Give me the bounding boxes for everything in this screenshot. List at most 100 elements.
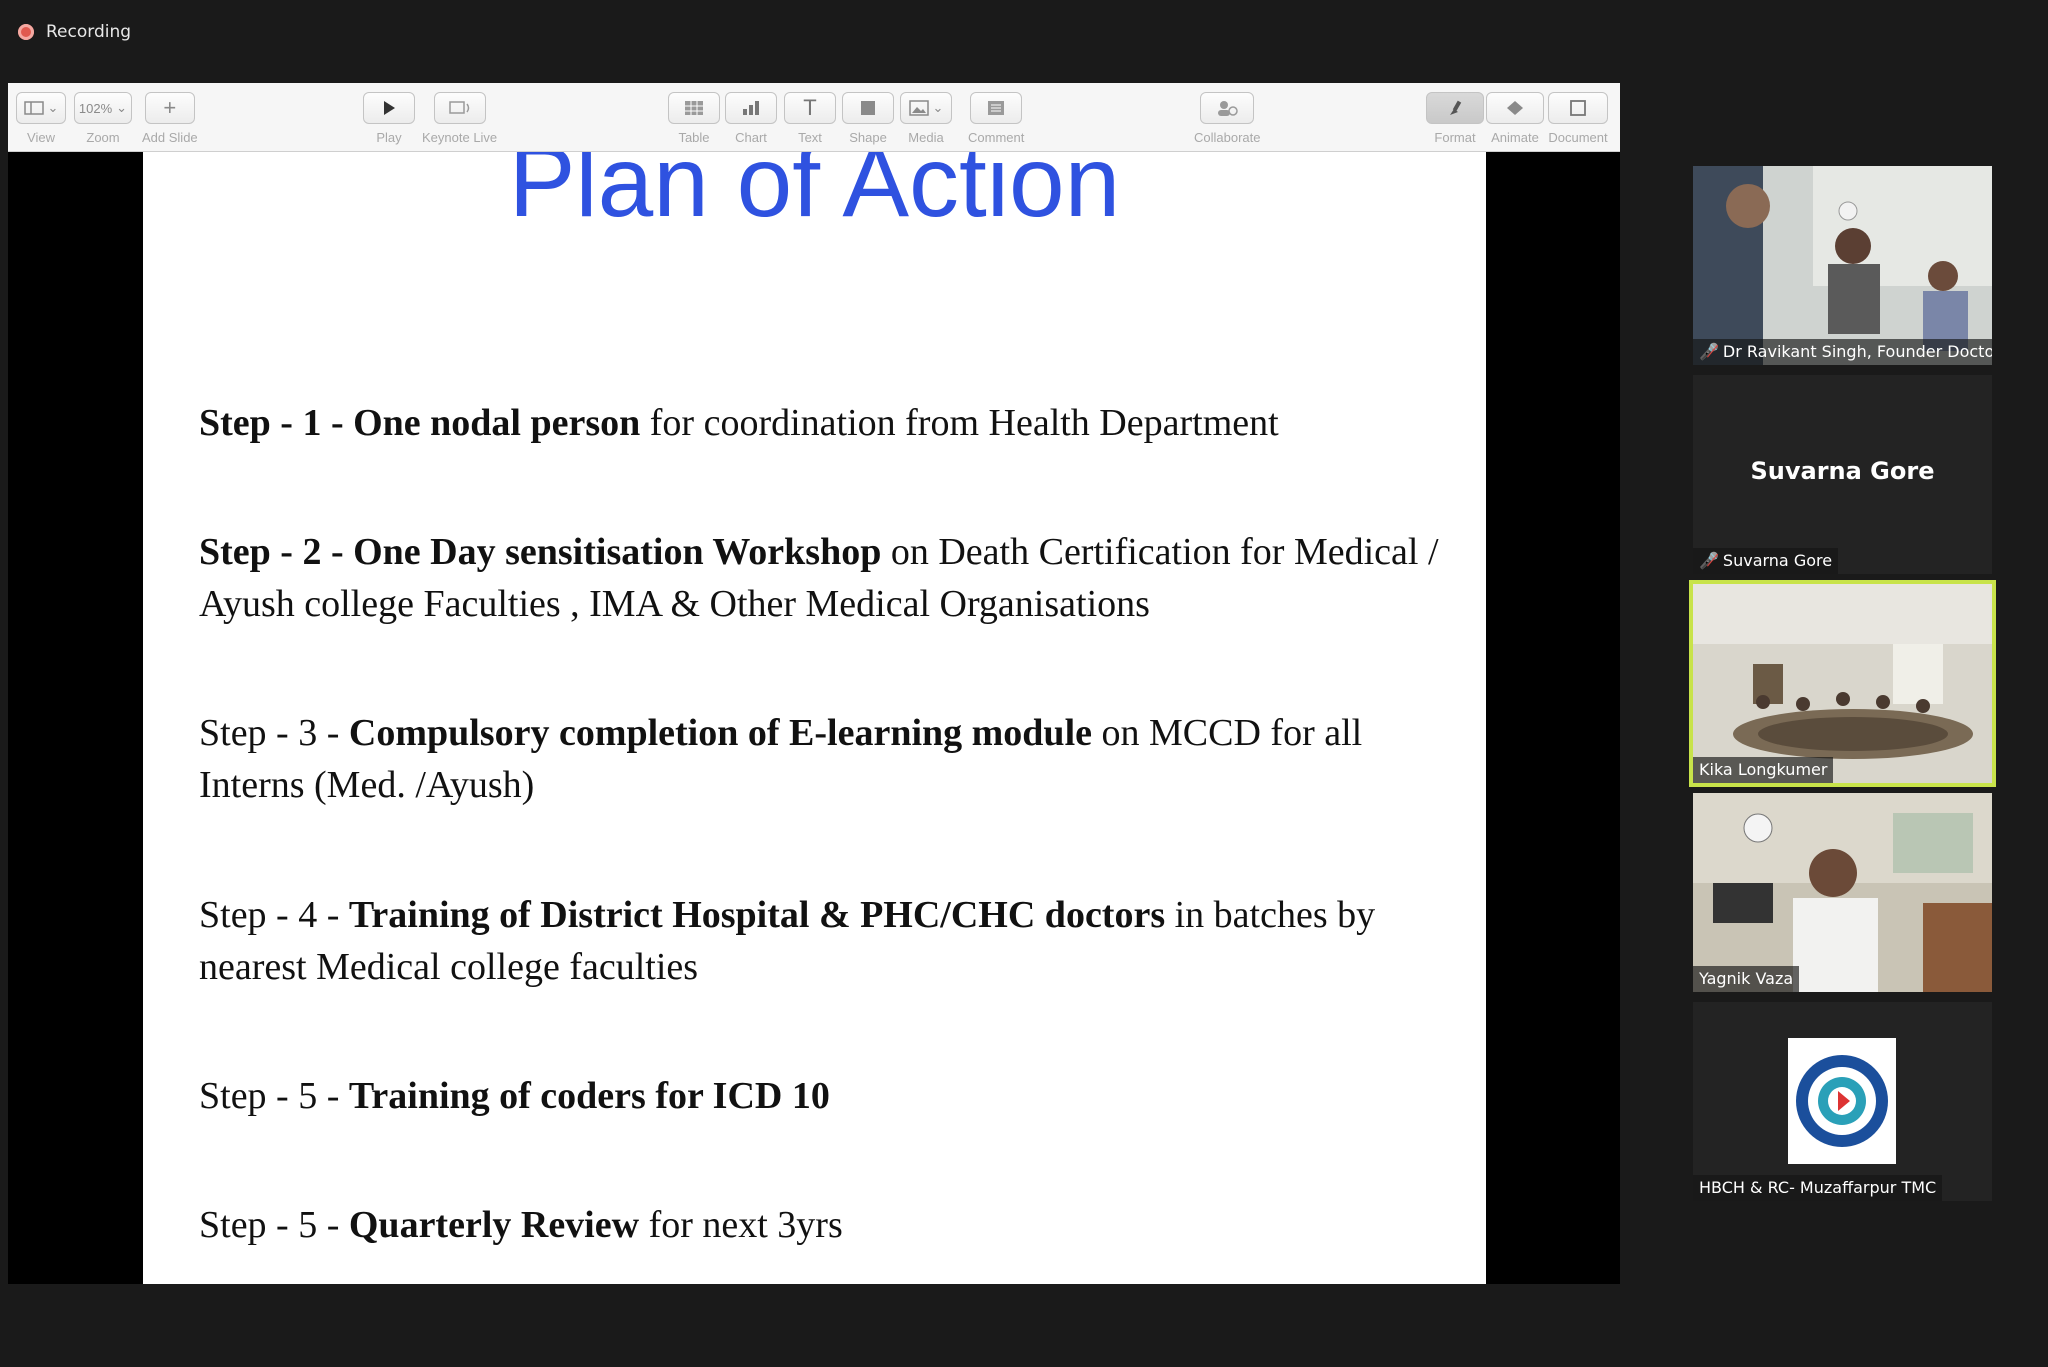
text-label: Text — [798, 130, 822, 145]
add-slide-button[interactable]: + — [144, 92, 195, 124]
comment-icon — [988, 101, 1005, 115]
step-1: Step - 1 - One nodal person for coordina… — [199, 397, 1439, 449]
zoom-select[interactable]: 102% ⌄ — [74, 92, 132, 124]
hospital-logo — [1788, 1038, 1896, 1164]
participant-name-label: Kika Longkumer — [1693, 757, 1834, 783]
text-control[interactable]: T Text — [784, 92, 836, 145]
step-2: Step - 2 - One Day sensitisation Worksho… — [199, 526, 1439, 630]
recording-indicator[interactable]: Recording — [18, 22, 131, 42]
document-control[interactable]: Document — [1548, 92, 1608, 145]
keynote-live-button[interactable] — [433, 92, 486, 124]
chevron-down-icon: ⌄ — [932, 100, 944, 115]
zoom-control[interactable]: 102% ⌄ Zoom — [74, 92, 132, 145]
play-label: Play — [376, 130, 402, 145]
step-4-lead: Step - 4 - — [199, 894, 349, 936]
shape-control[interactable]: Shape — [842, 92, 894, 145]
step-4: Step - 4 - Training of District Hospital… — [199, 889, 1439, 993]
participant-tile[interactable]: 🎤̸ Dr Ravikant Singh, Founder Docto... — [1693, 166, 1992, 365]
participant-display-name: Suvarna Gore — [1750, 457, 1935, 485]
comment-control[interactable]: Comment — [968, 92, 1024, 145]
participant-name-label: HBCH & RC- Muzaffarpur TMC — [1693, 1175, 1943, 1201]
collaborate-control[interactable]: Collaborate — [1194, 92, 1261, 145]
document-icon — [1570, 100, 1586, 116]
step-6-lead: Step - 5 - — [199, 1204, 349, 1246]
play-control[interactable]: Play — [363, 92, 415, 145]
plus-icon: + — [163, 95, 177, 120]
view-control[interactable]: ⌄ View — [16, 92, 66, 145]
step-4-bold: Training of District Hospital & PHC/CHC … — [348, 894, 1166, 936]
format-button[interactable] — [1426, 92, 1484, 124]
hospital-logo-icon — [1796, 1055, 1888, 1147]
chart-button[interactable] — [725, 92, 777, 124]
media-button[interactable]: ⌄ — [900, 92, 952, 124]
participant-name: HBCH & RC- Muzaffarpur TMC — [1699, 1178, 1937, 1197]
mic-muted-icon: 🎤̸ — [1699, 342, 1719, 361]
shape-label: Shape — [849, 130, 887, 145]
table-button[interactable] — [668, 92, 720, 124]
zoom-label: Zoom — [86, 130, 120, 145]
shape-icon — [861, 101, 875, 115]
shared-screen: ⌄ View 102% ⌄ Zoom + Add Slide Play Keyn… — [8, 83, 1620, 1284]
media-control[interactable]: ⌄ Media — [900, 92, 952, 145]
play-icon — [384, 101, 395, 115]
chevron-down-icon: ⌄ — [116, 100, 128, 115]
zoom-value: 102% — [78, 100, 113, 116]
keynote-live-label: Keynote Live — [422, 130, 498, 145]
media-icon — [908, 100, 929, 116]
document-button[interactable] — [1548, 92, 1608, 124]
step-3: Step - 3 - Compulsory completion of E-le… — [199, 707, 1439, 811]
animate-icon — [1507, 101, 1523, 115]
animate-label: Animate — [1491, 130, 1539, 145]
participant-tile[interactable]: Yagnik Vaza — [1693, 793, 1992, 992]
step-1-bold: Step - 1 - One nodal person — [199, 402, 641, 444]
participant-name-label: 🎤̸ Suvarna Gore — [1693, 548, 1839, 574]
text-icon: T — [803, 95, 817, 120]
comment-button[interactable] — [970, 92, 1023, 124]
table-icon — [685, 101, 703, 115]
step-5-lead: Step - 5 - — [199, 1075, 349, 1117]
keynote-live-control[interactable]: Keynote Live — [422, 92, 497, 145]
slide-canvas: Plan of Action Step - 1 - One nodal pers… — [143, 152, 1486, 1284]
recording-label: Recording — [46, 22, 132, 42]
collaborate-icon — [1218, 101, 1238, 116]
participant-tile[interactable]: Suvarna Gore 🎤̸ Suvarna Gore — [1693, 375, 1992, 574]
mic-muted-icon: 🎤̸ — [1699, 551, 1719, 570]
step-3-bold: Compulsory completion of E-learning modu… — [348, 712, 1092, 754]
animate-control[interactable]: Animate — [1486, 92, 1544, 145]
step-3-lead: Step - 3 - — [199, 712, 349, 754]
keynote-toolbar: ⌄ View 102% ⌄ Zoom + Add Slide Play Keyn… — [8, 83, 1620, 152]
participant-name: Kika Longkumer — [1699, 760, 1828, 779]
collaborate-button[interactable] — [1200, 92, 1255, 124]
chart-control[interactable]: Chart — [725, 92, 777, 145]
chart-icon — [743, 101, 759, 115]
shape-button[interactable] — [842, 92, 894, 124]
step-6-rest: for next 3yrs — [639, 1204, 843, 1246]
video-feed — [1693, 166, 1992, 365]
view-icon — [23, 101, 44, 115]
view-label: View — [27, 130, 55, 145]
step-2-bold: Step - 2 - One Day sensitisation Worksho… — [199, 531, 882, 573]
view-button[interactable]: ⌄ — [16, 92, 66, 124]
chart-label: Chart — [735, 130, 767, 145]
animate-button[interactable] — [1486, 92, 1544, 124]
play-button[interactable] — [363, 92, 415, 124]
format-control[interactable]: Format — [1426, 92, 1484, 145]
participant-tile-active-speaker[interactable]: Kika Longkumer — [1689, 580, 1996, 787]
step-5-bold: Training of coders for ICD 10 — [348, 1075, 830, 1117]
participant-name: Suvarna Gore — [1722, 551, 1833, 570]
paintbrush-icon — [1450, 100, 1462, 115]
add-slide-control[interactable]: + Add Slide — [142, 92, 198, 145]
collaborate-label: Collaborate — [1194, 130, 1261, 145]
document-label: Document — [1548, 130, 1608, 145]
media-label: Media — [908, 130, 944, 145]
comment-label: Comment — [968, 130, 1025, 145]
text-button[interactable]: T — [784, 92, 836, 124]
step-6: Step - 5 - Quarterly Review for next 3yr… — [199, 1199, 1439, 1251]
add-slide-label: Add Slide — [142, 130, 198, 145]
step-6-bold: Quarterly Review — [348, 1204, 640, 1246]
format-label: Format — [1434, 130, 1476, 145]
participant-name-label: 🎤̸ Dr Ravikant Singh, Founder Docto... — [1693, 339, 1992, 365]
participant-tile[interactable]: HBCH & RC- Muzaffarpur TMC — [1693, 1002, 1992, 1201]
chevron-down-icon: ⌄ — [47, 100, 59, 115]
table-control[interactable]: Table — [668, 92, 720, 145]
